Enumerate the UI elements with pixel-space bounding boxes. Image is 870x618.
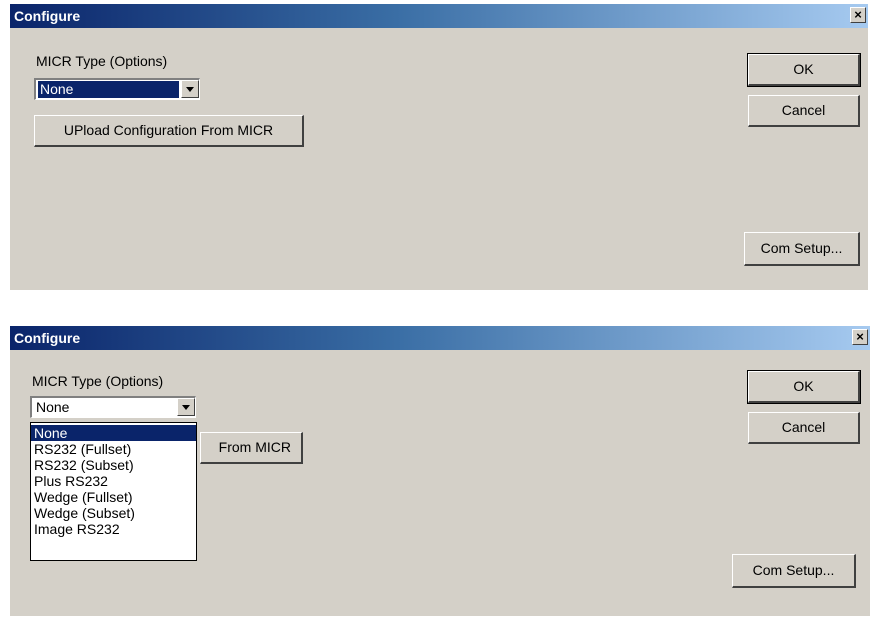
micr-type-value: None	[38, 81, 179, 98]
dropdown-option[interactable]: Image RS232	[31, 521, 196, 537]
upload-configuration-button[interactable]: UPload Configuration From MICR	[34, 115, 304, 147]
chevron-down-icon[interactable]	[181, 80, 199, 98]
title-bar: Configure ×	[10, 326, 870, 350]
micr-type-label: MICR Type (Options)	[32, 373, 164, 389]
configure-dialog-2: Configure × MICR Type (Options) From MIC…	[10, 326, 870, 616]
dialog-title: Configure	[14, 8, 81, 24]
dropdown-option[interactable]: Wedge (Fullset)	[31, 489, 196, 505]
dropdown-option[interactable]: RS232 (Subset)	[31, 457, 196, 473]
upload-configuration-button[interactable]: From MICR	[200, 432, 303, 464]
micr-type-dropdown-list[interactable]: None RS232 (Fullset) RS232 (Subset) Plus…	[30, 422, 197, 561]
dropdown-option[interactable]: Plus RS232	[31, 473, 196, 489]
close-icon[interactable]: ×	[850, 7, 866, 23]
close-icon[interactable]: ×	[852, 329, 868, 345]
micr-type-select[interactable]: None	[30, 396, 196, 418]
dropdown-option[interactable]: Wedge (Subset)	[31, 505, 196, 521]
title-bar: Configure ×	[10, 4, 868, 28]
dialog-title: Configure	[14, 330, 81, 346]
micr-type-label: MICR Type (Options)	[36, 53, 168, 69]
com-setup-button[interactable]: Com Setup...	[732, 554, 856, 588]
dropdown-option[interactable]: RS232 (Fullset)	[31, 441, 196, 457]
micr-type-value: None	[36, 399, 70, 415]
chevron-down-icon[interactable]	[177, 398, 195, 416]
configure-dialog-1: Configure × MICR Type (Options) None UPl…	[10, 4, 868, 290]
com-setup-button[interactable]: Com Setup...	[744, 232, 860, 266]
ok-button[interactable]: OK	[747, 370, 861, 404]
ok-button[interactable]: OK	[747, 53, 861, 87]
cancel-button[interactable]: Cancel	[748, 95, 860, 127]
cancel-button[interactable]: Cancel	[748, 412, 860, 444]
micr-type-select[interactable]: None	[34, 78, 200, 100]
dropdown-option[interactable]: None	[31, 425, 196, 441]
